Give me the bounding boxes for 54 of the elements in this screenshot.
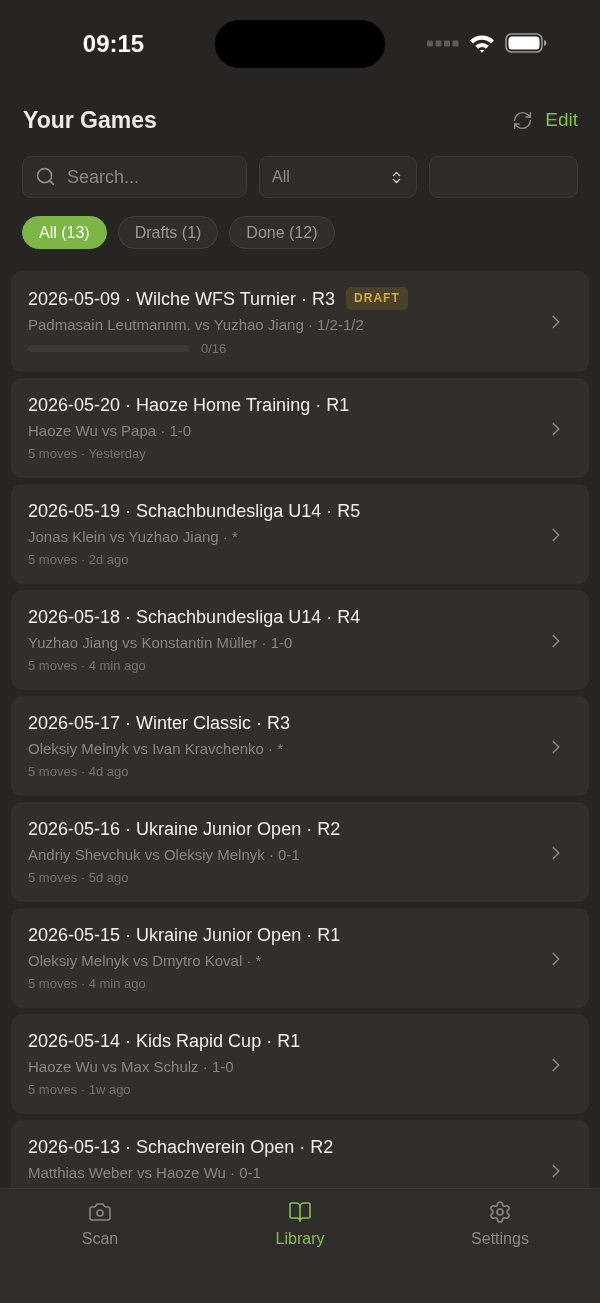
status-time: 09:15	[82, 31, 145, 57]
game-players: Padmasain Leutmannm. vs Yuzhao Jiang · 1/2-1/2	[28, 315, 365, 335]
game-players: Matthias Weber vs Haoze Wu · 0-1	[28, 1163, 262, 1183]
filter-chip[interactable]: Done (12)	[229, 216, 335, 249]
game-title: 2026-05-18 · Schachbundesliga U14 · R4	[28, 606, 361, 628]
game-players: Haoze Wu vs Papa · 1-0	[28, 421, 193, 441]
game-card[interactable]: 2026-05-09 · Wilche WFS Turnier · R3 DRAFT Padmasain Leutmannm. vs Yuzhao Jiang · 1/2-1/2 0/16	[11, 271, 589, 372]
game-card[interactable]: 2026-05-20 · Haoze Home Training · R1 Haoze Wu vs Papa · 1-0 5 moves · Yesterday	[11, 378, 589, 478]
tab-bar-item[interactable]: Library	[271, 1200, 329, 1248]
game-title: 2026-05-20 · Haoze Home Training · R1	[28, 394, 350, 416]
search-field[interactable]: Search...	[22, 156, 247, 198]
tab-bar-item[interactable]: Scan	[77, 1200, 123, 1248]
game-title: 2026-05-17 · Winter Classic · R3	[28, 712, 291, 734]
game-players: Haoze Wu vs Max Schulz · 1-0	[28, 1057, 235, 1077]
game-title: 2026-05-16 · Ukraine Junior Open · R2	[28, 818, 341, 840]
game-title: 2026-05-15 · Ukraine Junior Open · R1	[28, 924, 341, 946]
page-title: Your Games	[23, 106, 157, 134]
game-card[interactable]: 2026-05-14 · Kids Rapid Cup · R1 Haoze Wu vs Max Schulz · 1-0 5 moves · 1w ago	[11, 1014, 589, 1114]
filter-select[interactable]: All	[259, 156, 417, 198]
filter-chip[interactable]: Drafts (1)	[117, 216, 219, 249]
game-meta: 5 moves · 4 min ago	[28, 657, 147, 674]
game-meta: 5 moves · 5d ago	[28, 869, 130, 886]
edit-button[interactable]: Edit	[545, 109, 578, 131]
tab-bar-item[interactable]: Settings	[467, 1200, 533, 1248]
game-card[interactable]: 2026-05-17 · Winter Classic · R3 Oleksiy Melnyk vs Ivan Kravchenko · * 5 moves · 4d ago	[11, 696, 589, 796]
game-players: Oleksiy Melnyk vs Dmytro Koval · *	[28, 951, 263, 971]
game-meta: 5 moves · 4d ago	[28, 763, 130, 780]
game-card[interactable]: 2026-05-16 · Ukraine Junior Open · R2 Andriy Shevchuk vs Oleksiy Melnyk · 0-1 5 moves · 5d ago	[11, 802, 589, 902]
search-icon	[35, 166, 56, 187]
game-meta: 5 moves · 2d ago	[28, 551, 130, 568]
wifi-icon	[468, 33, 495, 53]
book-icon	[288, 1200, 312, 1224]
game-players: Yuzhao Jiang vs Konstantin Müller · 1-0	[28, 633, 294, 653]
draft-badge: DRAFT	[346, 287, 408, 310]
camera-icon	[88, 1200, 112, 1224]
game-meta: 5 moves · Yesterday	[28, 445, 147, 462]
battery-icon	[504, 33, 547, 53]
game-meta: 5 moves · 4 min ago	[28, 975, 147, 992]
game-players: Andriy Shevchuk vs Oleksiy Melnyk · 0-1	[28, 845, 301, 865]
game-meta: 5 moves · 1w ago	[28, 1081, 132, 1098]
settings-icon	[488, 1200, 512, 1224]
game-title: 2026-05-14 · Kids Rapid Cup · R1	[28, 1030, 301, 1052]
progress-count: 0/16	[201, 340, 227, 356]
game-card[interactable]: 2026-05-13 · Schachverein Open · R2 Matthias Weber vs Haoze Wu · 0-1	[11, 1120, 589, 1188]
game-title: 2026-05-19 · Schachbundesliga U14 · R5	[28, 500, 361, 522]
game-card[interactable]: 2026-05-19 · Schachbundesliga U14 · R5 Jonas Klein vs Yuzhao Jiang · * 5 moves · 2d ago	[11, 484, 589, 584]
refresh-icon[interactable]	[512, 109, 534, 131]
game-players: Oleksiy Melnyk vs Ivan Kravchenko · *	[28, 739, 285, 759]
game-card[interactable]: 2026-05-15 · Ukraine Junior Open · R1 Oleksiy Melnyk vs Dmytro Koval · * 5 moves · 4 min ago	[11, 908, 589, 1008]
game-card[interactable]: 2026-05-18 · Schachbundesliga U14 · R4 Yuzhao Jiang vs Konstantin Müller · 1-0 5 moves · 4 min ago	[11, 590, 589, 690]
signal-icon	[426, 39, 459, 47]
game-title: 2026-05-13 · Schachverein Open · R2	[28, 1136, 334, 1158]
game-players: Jonas Klein vs Yuzhao Jiang · *	[28, 527, 239, 547]
game-title: 2026-05-09 · Wilche WFS Turnier · R3	[28, 287, 336, 310]
